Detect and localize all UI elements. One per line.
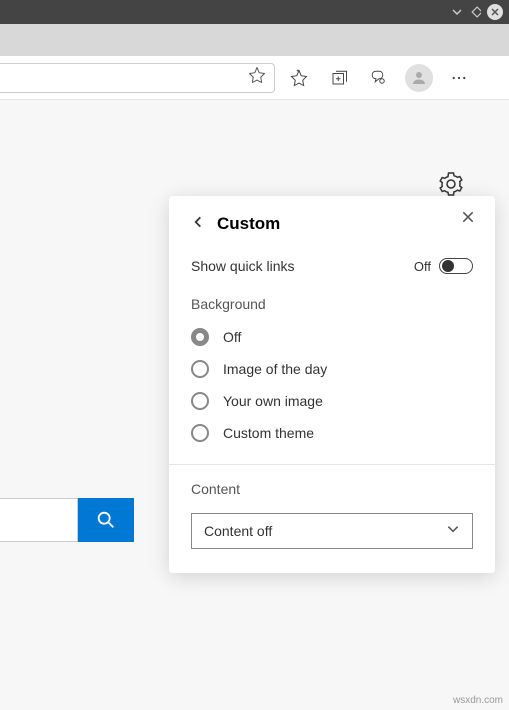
back-icon[interactable] <box>191 215 209 234</box>
radio-icon <box>191 392 209 410</box>
settings-panel: Custom Show quick links Off Background O… <box>169 196 495 573</box>
radio-icon <box>191 424 209 442</box>
radio-label: Image of the day <box>223 361 327 377</box>
quick-links-label: Show quick links <box>191 258 295 274</box>
background-option-image-of-day[interactable]: Image of the day <box>191 360 473 378</box>
content-select[interactable]: Content off <box>191 513 473 549</box>
search-button[interactable] <box>78 498 134 542</box>
close-icon[interactable] <box>487 4 503 20</box>
quick-links-state: Off <box>414 259 431 274</box>
background-radio-group: Off Image of the day Your own image Cust… <box>191 328 473 442</box>
close-icon[interactable] <box>461 210 475 229</box>
radio-label: Custom theme <box>223 425 314 441</box>
star-outline-icon[interactable] <box>248 66 266 89</box>
feedback-icon[interactable] <box>359 56 399 100</box>
radio-icon <box>191 328 209 346</box>
chevron-down-icon <box>446 522 460 541</box>
favorites-icon[interactable] <box>279 56 319 100</box>
watermark: wsxdn.com <box>453 695 503 706</box>
radio-icon <box>191 360 209 378</box>
diamond-icon[interactable] <box>469 6 481 18</box>
quick-links-toggle[interactable] <box>439 258 473 274</box>
chevron-down-icon[interactable] <box>451 6 463 18</box>
collections-icon[interactable] <box>319 56 359 100</box>
profile-avatar[interactable] <box>399 56 439 100</box>
radio-label: Off <box>223 329 241 345</box>
background-option-off[interactable]: Off <box>191 328 473 346</box>
panel-title: Custom <box>217 214 280 234</box>
content-heading: Content <box>191 481 473 497</box>
divider <box>169 464 495 465</box>
content-select-value: Content off <box>204 523 272 539</box>
radio-label: Your own image <box>223 393 323 409</box>
search-input[interactable] <box>0 498 78 542</box>
tab-bar <box>0 24 509 56</box>
gear-icon[interactable] <box>439 172 463 196</box>
more-icon[interactable] <box>439 56 479 100</box>
background-heading: Background <box>191 296 473 312</box>
toolbar <box>0 56 509 100</box>
background-option-own-image[interactable]: Your own image <box>191 392 473 410</box>
address-bar[interactable] <box>0 63 275 93</box>
background-option-custom-theme[interactable]: Custom theme <box>191 424 473 442</box>
